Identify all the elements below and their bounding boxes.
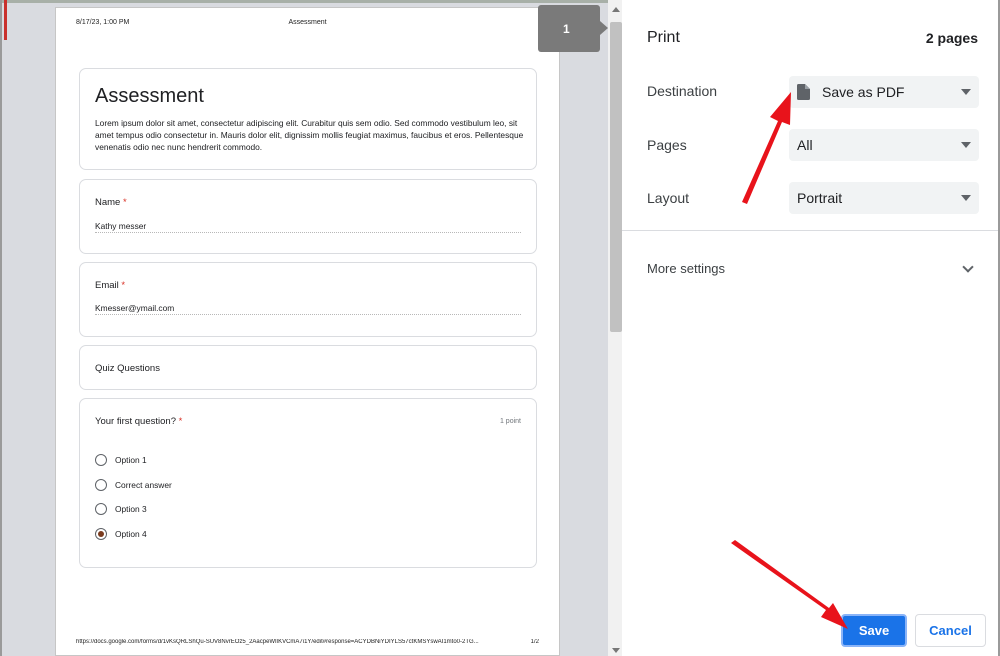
print-preview-area: 8/17/23, 1:00 PM Assessment Assessment L… bbox=[0, 0, 624, 656]
form-title: Assessment bbox=[95, 85, 204, 107]
option-item: Option 1 bbox=[95, 453, 147, 467]
option-label: Option 1 bbox=[115, 455, 147, 465]
pages-label: Pages bbox=[647, 137, 687, 153]
page-header-title: Assessment bbox=[288, 19, 327, 26]
radio-checked-icon bbox=[95, 528, 107, 540]
radio-unchecked-icon bbox=[95, 503, 107, 515]
window-edge bbox=[2, 0, 624, 3]
page-footer-url: https://docs.google.com/forms/d/1vKsQRLS… bbox=[76, 639, 479, 645]
option-item: Option 4 bbox=[95, 527, 147, 541]
dropdown-caret-icon bbox=[961, 89, 971, 95]
email-label: Email * bbox=[95, 280, 126, 291]
chevron-down-icon[interactable] bbox=[962, 261, 974, 273]
answer-underline bbox=[95, 232, 521, 233]
name-answer: Kathy messer bbox=[95, 221, 147, 231]
pages-value: All bbox=[797, 137, 813, 153]
page-number-flag: 1 bbox=[538, 5, 608, 52]
scroll-down-icon[interactable] bbox=[612, 648, 620, 653]
layout-value: Portrait bbox=[797, 190, 843, 206]
layout-select[interactable]: Portrait bbox=[789, 182, 979, 214]
page-footer: https://docs.google.com/forms/d/1vKsQRLS… bbox=[76, 639, 539, 645]
more-settings-toggle[interactable]: More settings bbox=[647, 261, 725, 276]
destination-value: Save as PDF bbox=[822, 84, 905, 100]
question-points: 1 point bbox=[499, 418, 521, 425]
name-question-card: Name * Kathy messer bbox=[79, 179, 537, 254]
pages-select[interactable]: All bbox=[789, 129, 979, 161]
option-label: Option 3 bbox=[115, 504, 147, 514]
name-label: Name * bbox=[95, 197, 127, 208]
email-question-card: Email * Kmesser@ymail.com bbox=[79, 262, 537, 337]
panel-title: Print bbox=[647, 29, 680, 46]
dropdown-caret-icon bbox=[961, 195, 971, 201]
option-item: Option 3 bbox=[95, 502, 147, 516]
quiz-question-card: Your first question? * 1 point Option 1 … bbox=[79, 398, 537, 568]
layout-label: Layout bbox=[647, 190, 690, 206]
option-item: Correct answer bbox=[95, 478, 172, 492]
section-card: Quiz Questions bbox=[79, 345, 537, 390]
question-label: Your first question? * bbox=[95, 416, 183, 427]
dropdown-caret-icon bbox=[961, 142, 971, 148]
answer-underline bbox=[95, 314, 521, 315]
form-description: Lorem ipsum dolor sit amet, consectetur … bbox=[95, 118, 524, 152]
save-button[interactable]: Save bbox=[841, 614, 907, 647]
background-window-sliver bbox=[4, 0, 7, 40]
radio-unchecked-icon bbox=[95, 454, 107, 466]
document-icon bbox=[797, 84, 810, 100]
destination-select[interactable]: Save as PDF bbox=[789, 76, 979, 108]
page-count: 2 pages bbox=[925, 30, 978, 46]
form-title-card: Assessment Lorem ipsum dolor sit amet, c… bbox=[79, 68, 537, 170]
preview-page: 8/17/23, 1:00 PM Assessment Assessment L… bbox=[55, 7, 560, 656]
cancel-button[interactable]: Cancel bbox=[915, 614, 986, 647]
radio-unchecked-icon bbox=[95, 479, 107, 491]
option-label: Correct answer bbox=[115, 480, 172, 490]
email-answer: Kmesser@ymail.com bbox=[95, 303, 175, 313]
scroll-up-icon[interactable] bbox=[612, 7, 620, 12]
print-settings-panel: Print 2 pages Destination Save as PDF Pa… bbox=[622, 0, 1000, 656]
section-title: Quiz Questions bbox=[95, 363, 160, 374]
page-footer-number: 1/2 bbox=[530, 639, 539, 645]
panel-divider bbox=[622, 230, 998, 231]
option-label: Option 4 bbox=[115, 529, 147, 539]
destination-label: Destination bbox=[647, 83, 718, 99]
scrollbar-thumb[interactable] bbox=[610, 22, 622, 332]
